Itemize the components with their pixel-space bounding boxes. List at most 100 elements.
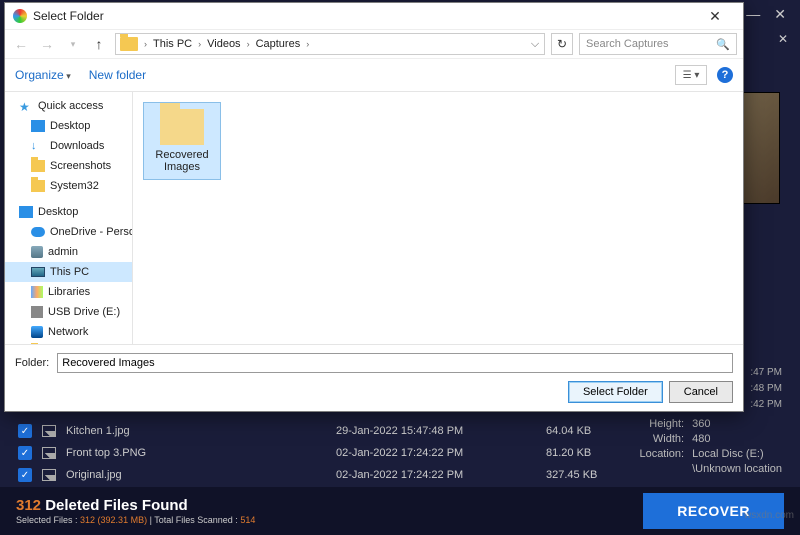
breadcrumb[interactable]: › This PC › Videos › Captures › ⌵ xyxy=(115,33,545,55)
watermark: wsxdn.com xyxy=(744,510,794,521)
cancel-button[interactable]: Cancel xyxy=(669,381,733,403)
folder-icon xyxy=(31,160,45,172)
new-folder-button[interactable]: New folder xyxy=(89,68,146,82)
dl-icon xyxy=(31,140,45,152)
panel-close-icon[interactable]: ✕ xyxy=(778,32,788,46)
folder-tile[interactable]: Recovered Images xyxy=(143,102,221,180)
dialog-footer: Folder: Select Folder Cancel xyxy=(5,344,743,411)
lib-icon xyxy=(31,286,43,298)
view-button[interactable]: ☰ ▾ xyxy=(675,65,707,85)
tree-item[interactable]: OneDrive - Persona xyxy=(5,222,132,242)
image-icon xyxy=(42,447,56,459)
breadcrumb-segment[interactable]: This PC xyxy=(149,38,196,50)
file-size: 81.20 KB xyxy=(546,447,626,459)
tree-item[interactable]: USB Drive (E:) xyxy=(5,302,132,322)
tree-item[interactable]: Screenshots xyxy=(5,156,132,176)
file-list: ✓ Kitchen 1.jpg 29-Jan-2022 15:47:48 PM … xyxy=(18,420,640,486)
net-icon xyxy=(31,326,43,338)
help-icon[interactable]: ? xyxy=(717,67,733,83)
search-placeholder: Search Captures xyxy=(586,38,669,50)
tree-label: Desktop xyxy=(38,206,78,218)
tree-label: Network xyxy=(48,326,88,338)
folder-name: Recovered Images xyxy=(146,149,218,173)
tree-label: admin xyxy=(48,246,78,258)
folder-icon xyxy=(31,180,45,192)
checkbox[interactable]: ✓ xyxy=(18,468,32,482)
user-icon xyxy=(31,246,43,258)
chevron-right-icon[interactable]: › xyxy=(142,39,149,49)
folder-label: Folder: xyxy=(15,357,49,369)
tree-item[interactable]: Libraries xyxy=(5,282,132,302)
tree-header[interactable]: Desktop xyxy=(5,202,132,222)
file-size: 64.04 KB xyxy=(546,425,626,437)
tree-item[interactable]: System32 xyxy=(5,176,132,196)
folder-icon xyxy=(120,37,138,51)
dialog-titlebar: Select Folder ✕ xyxy=(5,3,743,29)
desktop-icon xyxy=(31,120,45,132)
usb-icon xyxy=(31,306,43,318)
chevron-down-icon[interactable]: ⌵ xyxy=(526,38,544,51)
tree-label: System32 xyxy=(50,180,99,192)
app-icon xyxy=(13,9,27,23)
close-button[interactable]: ✕ xyxy=(774,6,786,23)
tree-item[interactable]: Desktop xyxy=(5,116,132,136)
tree-label: Downloads xyxy=(50,140,104,152)
tree-item[interactable]: Network xyxy=(5,322,132,342)
nav-toolbar: ← → ▾ ↑ › This PC › Videos › Captures › … xyxy=(5,29,743,59)
organize-menu[interactable]: Organize xyxy=(15,68,71,82)
footer-bar: 312 Deleted Files Found Selected Files :… xyxy=(0,487,800,535)
image-icon xyxy=(42,425,56,437)
tree-header[interactable]: ★ Quick access xyxy=(5,96,132,116)
image-icon xyxy=(42,469,56,481)
checkbox[interactable]: ✓ xyxy=(18,424,32,438)
forward-button[interactable]: → xyxy=(37,34,57,54)
breadcrumb-segment[interactable]: Captures xyxy=(252,38,305,50)
folder-icon xyxy=(160,109,204,145)
tree-label: USB Drive (E:) xyxy=(48,306,120,318)
file-name: Front top 3.PNG xyxy=(66,447,326,459)
file-date: 02-Jan-2022 17:24:22 PM xyxy=(336,447,536,459)
tree-label: This PC xyxy=(50,266,89,278)
file-metadata: Height:360 Width:480 Location:Local Disc… xyxy=(634,418,782,478)
back-button[interactable]: ← xyxy=(11,34,31,54)
table-row[interactable]: ✓ Original.jpg 02-Jan-2022 17:24:22 PM 3… xyxy=(18,464,640,486)
file-date: 29-Jan-2022 15:47:48 PM xyxy=(336,425,536,437)
folder-name-input[interactable] xyxy=(57,353,733,373)
table-row[interactable]: ✓ Kitchen 1.jpg 29-Jan-2022 15:47:48 PM … xyxy=(18,420,640,442)
table-row[interactable]: ✓ Front top 3.PNG 02-Jan-2022 17:24:22 P… xyxy=(18,442,640,464)
file-size: 327.45 KB xyxy=(546,469,626,481)
tree-label: Desktop xyxy=(50,120,90,132)
nav-tree: ★ Quick access Desktop Downloads Screenshots… xyxy=(5,92,133,344)
search-icon: 🔍 xyxy=(716,38,730,51)
star-icon: ★ xyxy=(19,100,33,112)
chevron-right-icon[interactable]: › xyxy=(245,39,252,49)
partial-timestamps: :47 PM :48 PM :42 PM xyxy=(750,365,782,413)
cloud-icon xyxy=(31,227,45,237)
file-date: 02-Jan-2022 17:24:22 PM xyxy=(336,469,536,481)
dialog-close-button[interactable]: ✕ xyxy=(695,8,735,25)
file-name: Kitchen 1.jpg xyxy=(66,425,326,437)
deleted-count: 312 xyxy=(16,497,41,514)
breadcrumb-segment[interactable]: Videos xyxy=(203,38,244,50)
command-toolbar: Organize New folder ☰ ▾ ? xyxy=(5,59,743,91)
chevron-right-icon[interactable]: › xyxy=(196,39,203,49)
search-input[interactable]: Search Captures 🔍 xyxy=(579,33,737,55)
tree-label: Quick access xyxy=(38,100,103,112)
minimize-button[interactable]: — xyxy=(746,6,760,22)
recent-locations-button[interactable]: ▾ xyxy=(63,34,83,54)
pc-icon xyxy=(31,267,45,277)
checkbox[interactable]: ✓ xyxy=(18,446,32,460)
file-name: Original.jpg xyxy=(66,469,326,481)
tree-label: OneDrive - Persona xyxy=(50,226,133,238)
tree-item[interactable]: Downloads xyxy=(5,136,132,156)
up-button[interactable]: ↑ xyxy=(89,34,109,54)
refresh-button[interactable]: ↻ xyxy=(551,33,573,55)
tree-item[interactable]: admin xyxy=(5,242,132,262)
folder-view[interactable]: Recovered Images xyxy=(133,92,743,344)
tree-item[interactable]: This PC xyxy=(5,262,132,282)
dialog-title: Select Folder xyxy=(33,9,104,23)
chevron-right-icon[interactable]: › xyxy=(304,39,311,49)
select-folder-dialog: Select Folder ✕ ← → ▾ ↑ › This PC › Vide… xyxy=(4,2,744,412)
desktop-icon xyxy=(19,206,33,218)
select-folder-button[interactable]: Select Folder xyxy=(568,381,663,403)
